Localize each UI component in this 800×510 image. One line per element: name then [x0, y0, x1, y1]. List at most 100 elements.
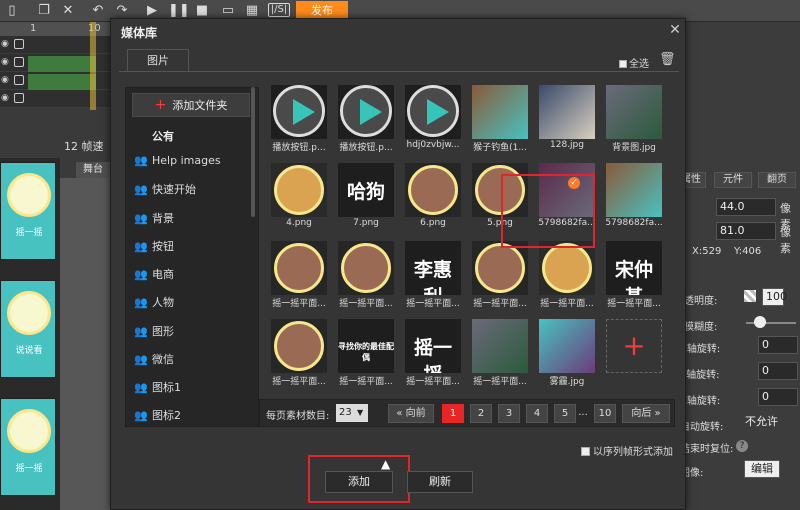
folder-item[interactable]: 👥 图形 [134, 323, 174, 341]
checkbox-icon[interactable] [581, 447, 590, 456]
asset-tile[interactable]: 摇一摇平面... [472, 241, 528, 309]
add-folder-button[interactable]: + 添加文件夹 [132, 93, 250, 117]
asset-tile[interactable]: 哈狗 7.png [338, 163, 394, 228]
asset-tile[interactable]: 背景图.jpg [606, 85, 662, 153]
folder-scrollbar[interactable] [251, 87, 255, 217]
folder-item[interactable]: 👥 Help images [134, 152, 221, 170]
redo-icon[interactable]: ↷ [114, 3, 130, 19]
asset-tile[interactable]: 播放按钮.p... [271, 85, 327, 153]
tab-symbols[interactable]: 元件 [714, 172, 752, 188]
new-file-icon[interactable]: ▯ [4, 3, 20, 19]
asset-tile[interactable]: 6.png [405, 163, 461, 228]
users-icon: 👥 [134, 212, 148, 225]
asset-tile[interactable]: 摇一摇平面... [338, 241, 394, 309]
rotate-y-input[interactable]: 0 [758, 362, 798, 380]
folder-item[interactable]: 👥 背景 [134, 210, 174, 228]
asset-tile[interactable]: hdj0zvbjw... [405, 85, 461, 150]
trash-icon[interactable]: 🗑 [659, 52, 676, 67]
page-button-10[interactable]: 10 [594, 404, 616, 423]
folder-item[interactable]: 👥 电商 [134, 266, 174, 284]
next-page-button[interactable]: 向后 » [622, 404, 670, 423]
eye-icon[interactable]: ◉ [1, 93, 11, 103]
folder-item[interactable]: 👥 人物 [134, 294, 174, 312]
lock-icon[interactable] [14, 39, 24, 49]
width-input[interactable]: 44.0 [716, 198, 776, 216]
asset-tile[interactable]: 摇一摇摇一摇平面... [405, 319, 461, 387]
eye-icon[interactable]: ◉ [1, 57, 11, 67]
folder-item[interactable]: 👥 按钮 [134, 238, 174, 256]
playhead[interactable] [90, 22, 96, 110]
preview-icon[interactable]: ▭ [220, 3, 236, 19]
undo-icon[interactable]: ↶ [90, 3, 106, 19]
eye-icon[interactable]: ◉ [1, 39, 11, 49]
lock-icon[interactable] [14, 75, 24, 85]
timeline-track[interactable] [28, 56, 96, 72]
page-button-2[interactable]: 2 [470, 404, 492, 423]
lock-icon[interactable] [14, 93, 24, 103]
asset-label: 摇一摇平面... [272, 299, 326, 309]
hs-icon[interactable]: |/S| [268, 3, 290, 17]
portrait-image [475, 243, 525, 293]
select-all-checkbox[interactable]: 全选 [619, 55, 649, 70]
folder-item[interactable]: 👥 图标1 [134, 379, 181, 397]
plus-icon[interactable]: + [606, 319, 662, 373]
refresh-button[interactable]: 刷新 [407, 471, 473, 493]
folder-item[interactable]: 👥 快速开始 [134, 181, 196, 199]
page-thumbnail[interactable]: 说说看 [0, 280, 56, 378]
add-asset-tile[interactable]: + [606, 319, 662, 381]
asset-tile[interactable]: 摇一摇平面... [472, 319, 528, 387]
eye-icon[interactable]: ◉ [1, 75, 11, 85]
asset-tile[interactable]: 李惠利摇一摇平面... [405, 241, 461, 309]
tab-pictures[interactable]: 图片 [127, 49, 189, 71]
auto-rotate-select[interactable]: 不允许 [742, 414, 798, 432]
asset-tile[interactable]: 雾霾.jpg [539, 319, 595, 387]
asset-tile[interactable]: 播放按钮.p... [338, 85, 394, 153]
asset-tile[interactable]: 寻找你的最佳配偶 摇一摇平面... [338, 319, 394, 387]
asset-tile[interactable]: 摇一摇平面... [539, 241, 595, 309]
blur-label: 模糊度: [684, 322, 718, 333]
page-button-3[interactable]: 3 [498, 404, 520, 423]
per-page-select[interactable]: 23 ▼ [336, 404, 368, 422]
lock-icon[interactable] [14, 57, 24, 67]
asset-tile[interactable]: 128.jpg [539, 85, 595, 150]
asset-tile[interactable]: 5798682fa... [605, 163, 663, 228]
blur-slider-handle[interactable] [754, 316, 766, 328]
thumbnail-image [7, 173, 51, 217]
series-option[interactable]: 以序列帧形式添加 [581, 443, 673, 458]
copy-icon[interactable]: ❐ [36, 3, 52, 19]
checkbox-icon[interactable] [619, 60, 627, 68]
asset-tile[interactable]: 宋仲基摇一摇平面... [606, 241, 662, 309]
page-thumbnail[interactable]: 摇一摇 [0, 162, 56, 260]
edit-button[interactable]: 编辑 [744, 460, 780, 478]
height-input[interactable]: 81.0 [716, 222, 776, 240]
page-thumbnail[interactable]: 摇一摇 [0, 398, 56, 496]
opacity-swatch[interactable] [744, 290, 756, 302]
help-icon[interactable]: ? [736, 440, 748, 452]
rotate-x-input[interactable]: 0 [758, 336, 798, 354]
add-button[interactable]: 添加 [325, 471, 393, 493]
asset-tile[interactable]: 摇一摇平面... [271, 319, 327, 387]
asset-text-graphic: 李惠利 [413, 259, 452, 295]
close-icon[interactable]: ✕ [60, 3, 76, 19]
stop-icon[interactable]: ■ [194, 3, 210, 19]
close-icon[interactable]: ✕ [667, 22, 683, 38]
page-button-4[interactable]: 4 [526, 404, 548, 423]
asset-tile[interactable]: 摇一摇平面... [271, 241, 327, 309]
stage-tab[interactable]: 舞台 [76, 162, 110, 178]
prev-page-button[interactable]: « 向前 [388, 404, 434, 423]
unit-label: 像素 [780, 226, 791, 255]
folder-item[interactable]: 👥 图标2 [134, 407, 181, 425]
timeline-track[interactable] [28, 74, 96, 90]
page-button-1[interactable]: 1 [442, 404, 464, 423]
asset-tile[interactable]: 猴子钓鱼(1... [472, 85, 528, 153]
pause-icon[interactable]: ❚❚ [168, 3, 190, 19]
folder-item[interactable]: 👥 微信 [134, 351, 174, 369]
page-button-5[interactable]: 5 [554, 404, 576, 423]
opacity-input[interactable]: 100 [762, 288, 787, 306]
fps-label[interactable]: 12 帧速 [64, 138, 104, 154]
play-icon[interactable]: ▶ [144, 3, 160, 19]
tab-pages[interactable]: 翻页 [758, 172, 796, 188]
rotate-z-input[interactable]: 0 [758, 388, 798, 406]
asset-tile[interactable]: 4.png [271, 163, 327, 228]
qrcode-icon[interactable]: ▦ [244, 3, 260, 19]
